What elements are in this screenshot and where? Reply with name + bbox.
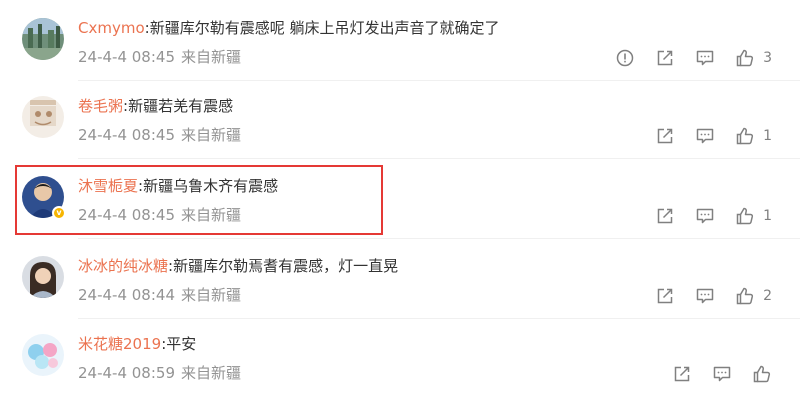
comment-button[interactable] (695, 206, 715, 226)
comment-source: 来自新疆 (181, 48, 242, 66)
like-count: 1 (763, 128, 772, 144)
share-icon (657, 208, 673, 224)
comment-actions: 3 (595, 47, 772, 69)
share-button[interactable] (655, 286, 675, 306)
like-count: 1 (763, 208, 772, 224)
thumbs-up-icon (736, 287, 754, 305)
share-icon (657, 128, 673, 144)
comment-actions: 1 (635, 125, 772, 147)
share-icon (674, 366, 690, 382)
thumbs-up-icon (736, 49, 754, 67)
comment-text: 新疆库尔勒焉耆有震感，灯一直晃 (173, 257, 399, 275)
comment-time: 24-4-4 08:44 (78, 286, 175, 304)
exclamation-circle-icon (616, 49, 634, 67)
comment-source: 来自新疆 (181, 286, 242, 304)
avatar[interactable] (22, 96, 64, 138)
like-count: 3 (763, 50, 772, 66)
username-link[interactable]: 米花糖2019 (78, 335, 161, 353)
comment-meta: 24-4-4 08:45 来自新疆 (78, 47, 241, 67)
like-button[interactable]: 2 (735, 286, 772, 306)
highlight-box (15, 165, 383, 235)
comment-button[interactable] (695, 126, 715, 146)
share-button[interactable] (655, 206, 675, 226)
comment-text: 新疆库尔勒有震感呢 躺床上吊灯发出声音了就确定了 (149, 19, 500, 37)
comment-meta: 24-4-4 08:44 来自新疆 (78, 285, 241, 305)
comment-source: 来自新疆 (181, 126, 242, 144)
comment-source: 来自新疆 (181, 364, 242, 382)
like-count: 2 (763, 288, 772, 304)
comment-time: 24-4-4 08:45 (78, 48, 175, 66)
comment-item: Cxmymo:新疆库尔勒有震感呢 躺床上吊灯发出声音了就确定了 24-4-4 0… (0, 0, 800, 81)
thumbs-up-icon (736, 207, 754, 225)
comment-icon (713, 366, 731, 382)
username-link[interactable]: 冰冰的纯冰糖 (78, 257, 168, 275)
comment-item: 米花糖2019:平安 24-4-4 08:59 来自新疆 (0, 318, 800, 398)
comment-meta: 24-4-4 08:59 来自新疆 (78, 363, 241, 383)
comment-button[interactable] (695, 286, 715, 306)
thumbs-up-icon (736, 127, 754, 145)
avatar[interactable] (22, 256, 64, 298)
avatar[interactable] (22, 334, 64, 376)
share-button[interactable] (655, 126, 675, 146)
share-icon (657, 50, 673, 66)
comment-button[interactable] (712, 364, 732, 384)
comment-time: 24-4-4 08:45 (78, 126, 175, 144)
comment-icon (696, 50, 714, 66)
comment-icon (696, 128, 714, 144)
like-button[interactable] (752, 364, 772, 384)
comment-text: 新疆若羌有震感 (128, 97, 234, 115)
comment-meta: 24-4-4 08:45 来自新疆 (78, 125, 241, 145)
username-link[interactable]: 卷毛粥 (78, 97, 123, 115)
share-button[interactable] (672, 364, 692, 384)
comment-item: 冰冰的纯冰糖:新疆库尔勒焉耆有震感，灯一直晃 24-4-4 08:44 来自新疆 … (0, 238, 800, 319)
like-button[interactable]: 3 (735, 48, 772, 68)
comment-actions (652, 363, 772, 385)
username-link[interactable]: Cxmymo (78, 19, 145, 37)
comment-button[interactable] (695, 48, 715, 68)
like-button[interactable]: 1 (735, 126, 772, 146)
like-button[interactable]: 1 (735, 206, 772, 226)
report-button[interactable] (615, 48, 635, 68)
avatar[interactable] (22, 18, 64, 60)
share-button[interactable] (655, 48, 675, 68)
comment-actions: 2 (635, 285, 772, 307)
comment-icon (696, 288, 714, 304)
thumbs-up-icon (753, 365, 771, 383)
comment-text: 平安 (166, 335, 197, 353)
comment-item: 卷毛粥:新疆若羌有震感 24-4-4 08:45 来自新疆 1 (0, 80, 800, 160)
share-icon (657, 288, 673, 304)
comment-actions: 1 (635, 205, 772, 227)
comment-icon (696, 208, 714, 224)
comment-time: 24-4-4 08:59 (78, 364, 175, 382)
